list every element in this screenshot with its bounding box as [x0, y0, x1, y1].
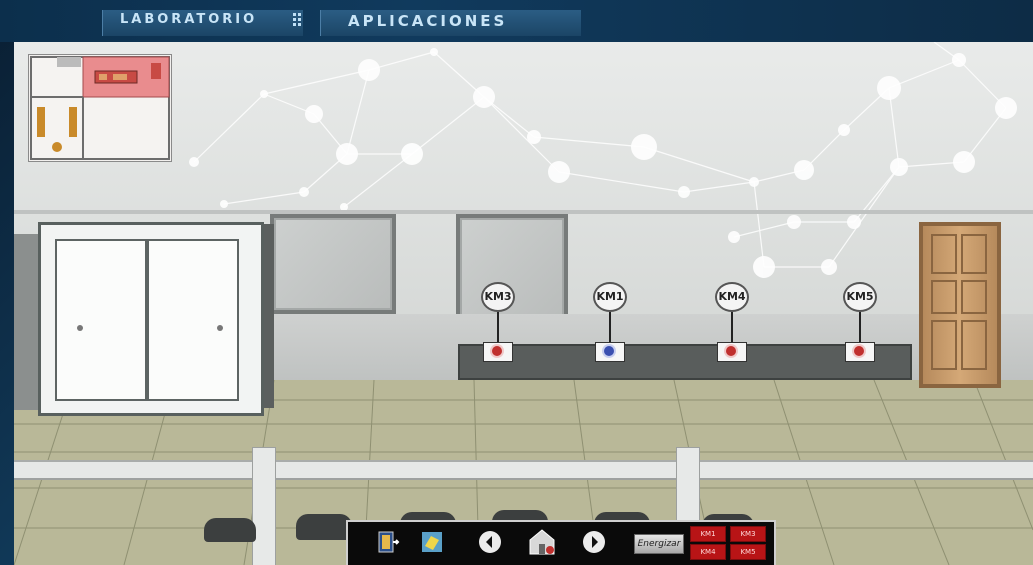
- lab-label: LABORATORIO: [120, 12, 258, 27]
- km4-button[interactable]: KM4: [690, 544, 726, 560]
- closet-door-left: [55, 239, 147, 401]
- home-icon[interactable]: [526, 526, 558, 562]
- closet-door-right: [147, 239, 239, 401]
- lab-3d-view: KM3 KM1 KM4 KM5 Energizar KM1 KM3 KM4 KM…: [14, 42, 1033, 565]
- km5-button[interactable]: KM5: [730, 544, 766, 560]
- chair: [296, 514, 352, 540]
- closet: [38, 222, 264, 416]
- contactor-km1[interactable]: KM1: [554, 282, 666, 362]
- contactor-km4[interactable]: KM4: [676, 282, 788, 362]
- contactor-label: KM3: [481, 282, 515, 312]
- km3-button[interactable]: KM3: [730, 526, 766, 542]
- chair: [204, 518, 256, 542]
- notes-icon[interactable]: [420, 530, 444, 558]
- minimap[interactable]: [28, 54, 172, 162]
- km1-button[interactable]: KM1: [690, 526, 726, 542]
- exit-icon[interactable]: [376, 530, 400, 558]
- contactor-km3[interactable]: KM3: [442, 282, 554, 362]
- status-indicator: [854, 346, 864, 356]
- status-indicator: [492, 346, 502, 356]
- arrow-left-icon[interactable]: [478, 530, 502, 558]
- control-toolbar: Energizar KM1 KM3 KM4 KM5: [346, 520, 776, 565]
- contactor-km5[interactable]: KM5: [804, 282, 916, 362]
- status-indicator: [726, 346, 736, 356]
- top-bar: LABORATORIO APLICACIONES: [0, 0, 1033, 42]
- grid-icon: [292, 12, 308, 30]
- arrow-right-icon[interactable]: [582, 530, 606, 558]
- contactor-label: KM4: [715, 282, 749, 312]
- energize-button[interactable]: Energizar: [634, 534, 684, 554]
- rail-post-left: [252, 447, 276, 565]
- status-indicator: [604, 346, 614, 356]
- apps-label: APLICACIONES: [348, 12, 508, 30]
- rail: [14, 460, 1033, 480]
- contactor-label: KM1: [593, 282, 627, 312]
- contactor-label: KM5: [843, 282, 877, 312]
- app-frame: LABORATORIO APLICACIONES KM3 KM1 KM4 KM5…: [0, 0, 1033, 565]
- wooden-door[interactable]: [919, 222, 1001, 388]
- wall-window-left: [270, 214, 396, 314]
